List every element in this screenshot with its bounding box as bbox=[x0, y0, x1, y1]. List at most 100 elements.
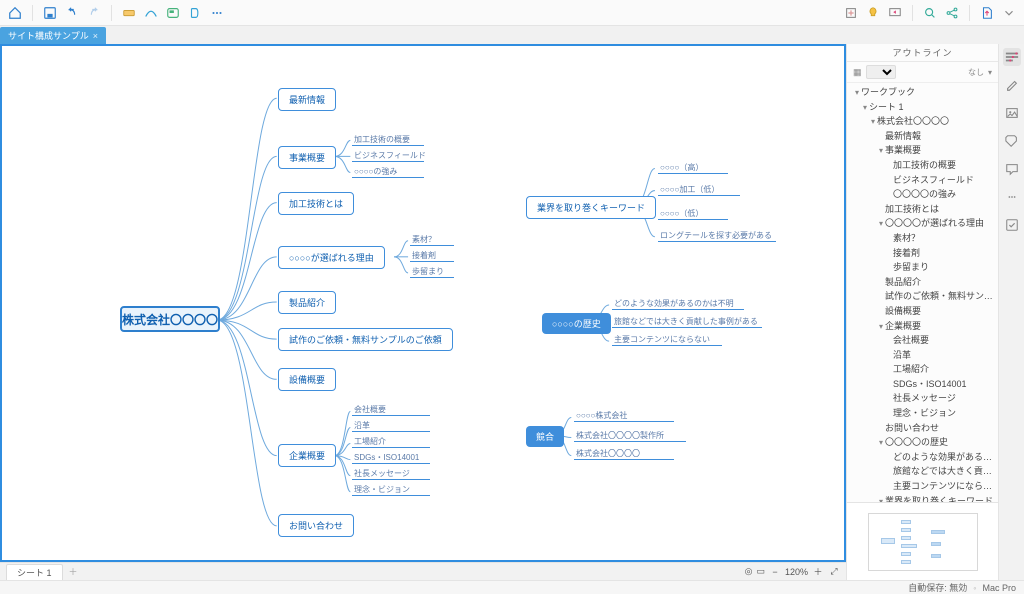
rail-marker-icon[interactable] bbox=[1003, 132, 1021, 150]
node-tech[interactable]: 加工技術とは bbox=[278, 192, 354, 215]
rail-style-icon[interactable] bbox=[1003, 76, 1021, 94]
present-icon[interactable] bbox=[886, 4, 904, 22]
leaf[interactable]: 素材？ bbox=[412, 234, 436, 245]
topic-icon[interactable] bbox=[120, 4, 138, 22]
leaf[interactable]: 旅館などでは大きく貢献した事例がある bbox=[614, 316, 758, 327]
leaf[interactable]: ○○○○株式会社 bbox=[576, 410, 627, 421]
leaf[interactable]: 理念・ビジョン bbox=[354, 484, 410, 495]
node-business[interactable]: 事業概要 bbox=[278, 146, 336, 169]
leaf[interactable]: 社長メッセージ bbox=[354, 468, 410, 479]
leaf[interactable]: 沿革 bbox=[354, 420, 370, 431]
leaf[interactable]: 工場紹介 bbox=[354, 436, 386, 447]
summary-icon[interactable] bbox=[186, 4, 204, 22]
outline-item[interactable]: 理念・ビジョン bbox=[847, 406, 998, 421]
export-icon[interactable] bbox=[978, 4, 996, 22]
outline-sort-chevron-icon[interactable]: ▾ bbox=[988, 68, 992, 77]
outline-item[interactable]: 社長メッセージ bbox=[847, 391, 998, 406]
outline-item[interactable]: ▾企業概要 bbox=[847, 319, 998, 334]
redo-icon[interactable] bbox=[85, 4, 103, 22]
sheet-tab[interactable]: シート 1 bbox=[6, 564, 63, 580]
leaf[interactable]: ○○○○（低） bbox=[660, 208, 703, 219]
outline-item[interactable]: ▾株式会社〇〇〇〇 bbox=[847, 114, 998, 129]
zoom-out-icon[interactable]: − bbox=[769, 566, 781, 578]
outline-grid-icon[interactable]: ▦ bbox=[853, 67, 862, 78]
document-tab[interactable]: サイト構成サンプル × bbox=[0, 27, 106, 44]
outline-item[interactable]: ▾事業概要 bbox=[847, 143, 998, 158]
outline-item[interactable]: 加工技術とは bbox=[847, 202, 998, 217]
rail-format-icon[interactable] bbox=[1003, 48, 1021, 66]
outline-item[interactable]: 旅館などでは大きく貢献した事例がある bbox=[847, 464, 998, 479]
boundary-icon[interactable] bbox=[164, 4, 182, 22]
minimap[interactable] bbox=[847, 502, 998, 580]
leaf[interactable]: ○○○○（高） bbox=[660, 162, 703, 173]
leaf[interactable]: ビジネスフィールド bbox=[354, 150, 426, 161]
node-rival[interactable]: 競合 bbox=[526, 426, 564, 447]
rail-note-icon[interactable] bbox=[1003, 160, 1021, 178]
idea-icon[interactable] bbox=[864, 4, 882, 22]
outline-tree[interactable]: ▾ワークブック▾シート 1▾株式会社〇〇〇〇最新情報▾事業概要加工技術の概要ビジ… bbox=[847, 83, 998, 502]
outline-item[interactable]: 製品紹介 bbox=[847, 275, 998, 290]
leaf[interactable]: 主要コンテンツにならない bbox=[614, 334, 710, 345]
undo-icon[interactable] bbox=[63, 4, 81, 22]
more-icon[interactable] bbox=[208, 4, 226, 22]
leaf[interactable]: ○○○○加工（低） bbox=[660, 184, 719, 195]
node-reason[interactable]: ○○○○が選ばれる理由 bbox=[278, 246, 385, 269]
node-equip[interactable]: 設備概要 bbox=[278, 368, 336, 391]
leaf[interactable]: SDGs・ISO14001 bbox=[354, 452, 419, 463]
search-icon[interactable] bbox=[921, 4, 939, 22]
insert-icon[interactable] bbox=[842, 4, 860, 22]
leaf[interactable]: 加工技術の概要 bbox=[354, 134, 410, 145]
node-contact[interactable]: お問い合わせ bbox=[278, 514, 354, 537]
outline-item[interactable]: ▾〇〇〇〇が選ばれる理由 bbox=[847, 216, 998, 231]
outline-item[interactable]: 試作のご依頼・無料サンプルのご依頼 bbox=[847, 289, 998, 304]
zoom-in-icon[interactable]: ＋ bbox=[812, 566, 824, 578]
node-history[interactable]: ○○○○の歴史 bbox=[542, 313, 611, 334]
outline-item[interactable]: SDGs・ISO14001 bbox=[847, 377, 998, 392]
leaf[interactable]: ○○○○の強み bbox=[354, 166, 397, 177]
outline-item[interactable]: 工場紹介 bbox=[847, 362, 998, 377]
leaf[interactable]: ロングテールを探す必要がある bbox=[660, 230, 772, 241]
outline-item[interactable]: ▾〇〇〇〇の歴史 bbox=[847, 435, 998, 450]
home-icon[interactable] bbox=[6, 4, 24, 22]
node-keyword[interactable]: 業界を取り巻くキーワード bbox=[526, 196, 656, 219]
node-trial[interactable]: 試作のご依頼・無料サンプルのご依頼 bbox=[278, 328, 453, 351]
node-latest[interactable]: 最新情報 bbox=[278, 88, 336, 111]
leaf[interactable]: 歩留まり bbox=[412, 266, 444, 277]
close-tab-icon[interactable]: × bbox=[93, 31, 98, 41]
leaf[interactable]: 株式会社〇〇〇〇 bbox=[576, 448, 640, 459]
outline-item[interactable]: ▾業界を取り巻くキーワード bbox=[847, 494, 998, 502]
node-product[interactable]: 製品紹介 bbox=[278, 291, 336, 314]
toolbar-chevron-icon[interactable] bbox=[1000, 4, 1018, 22]
outline-item[interactable]: 〇〇〇〇の強み bbox=[847, 187, 998, 202]
rail-image-icon[interactable] bbox=[1003, 104, 1021, 122]
outline-item[interactable]: 加工技術の概要 bbox=[847, 158, 998, 173]
save-icon[interactable] bbox=[41, 4, 59, 22]
outline-item[interactable]: ▾シート 1 bbox=[847, 100, 998, 115]
outline-item[interactable]: お問い合わせ bbox=[847, 421, 998, 436]
mindmap-canvas[interactable]: 株式会社〇〇〇〇 最新情報 事業概要 加工技術とは ○○○○が選ばれる理由 製品… bbox=[0, 44, 846, 562]
layers-icon[interactable]: ▭ bbox=[756, 566, 765, 577]
add-sheet-icon[interactable]: ＋ bbox=[69, 565, 78, 578]
outline-filter-select[interactable] bbox=[866, 65, 896, 79]
leaf[interactable]: 接着剤 bbox=[412, 250, 436, 261]
leaf[interactable]: 株式会社〇〇〇〇製作所 bbox=[576, 430, 664, 441]
rail-task-icon[interactable] bbox=[1003, 216, 1021, 234]
outline-item[interactable]: 接着剤 bbox=[847, 246, 998, 261]
outline-item[interactable]: 歩留まり bbox=[847, 260, 998, 275]
share-icon[interactable] bbox=[943, 4, 961, 22]
outline-item[interactable]: ビジネスフィールド bbox=[847, 173, 998, 188]
outline-item[interactable]: 設備概要 bbox=[847, 304, 998, 319]
rail-comment-icon[interactable] bbox=[1003, 188, 1021, 206]
relationship-icon[interactable] bbox=[142, 4, 160, 22]
outline-item[interactable]: どのような効果があるのかは不明 bbox=[847, 450, 998, 465]
view-icon[interactable]: ◎ bbox=[745, 566, 753, 577]
leaf[interactable]: どのような効果があるのかは不明 bbox=[614, 298, 734, 309]
node-corp[interactable]: 企業概要 bbox=[278, 444, 336, 467]
root-node[interactable]: 株式会社〇〇〇〇 bbox=[120, 306, 220, 332]
outline-item[interactable]: 最新情報 bbox=[847, 129, 998, 144]
outline-item[interactable]: 素材？ bbox=[847, 231, 998, 246]
leaf[interactable]: 会社概要 bbox=[354, 404, 386, 415]
outline-item[interactable]: 沿革 bbox=[847, 348, 998, 363]
outline-item[interactable]: 会社概要 bbox=[847, 333, 998, 348]
zoom-fit-icon[interactable]: ⤢ bbox=[828, 566, 840, 578]
